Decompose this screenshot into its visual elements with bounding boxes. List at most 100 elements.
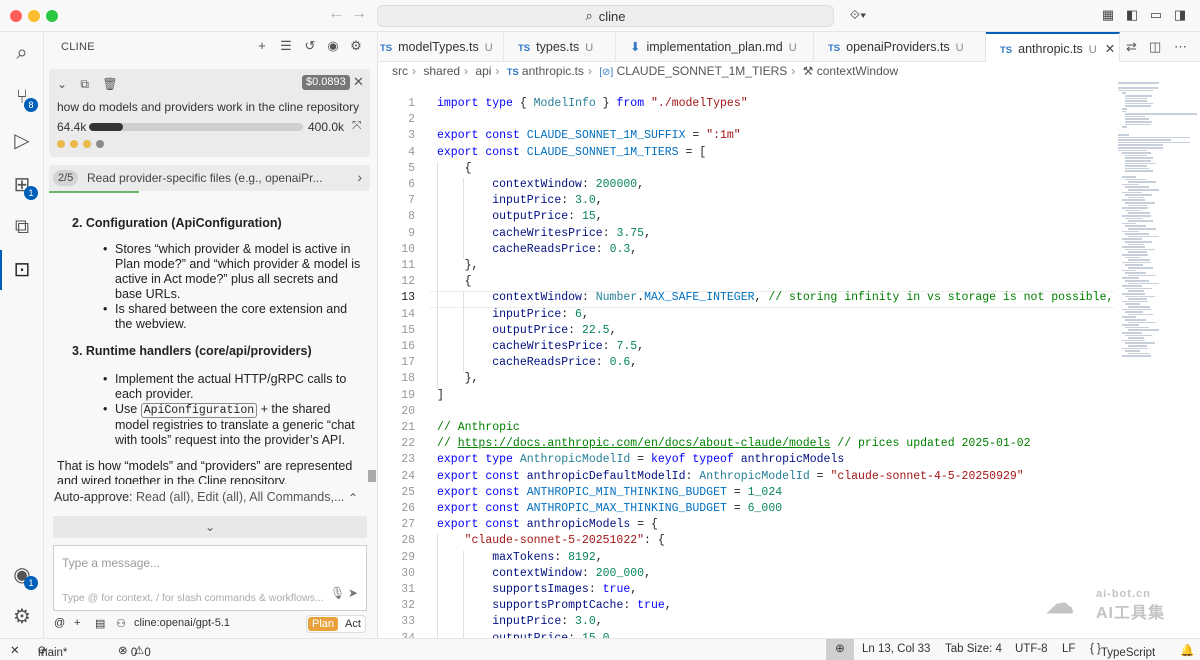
- act-mode-button[interactable]: Act: [341, 617, 365, 631]
- end-of-line[interactable]: LF: [1062, 643, 1075, 655]
- remote-icon[interactable]: ✕: [10, 643, 20, 657]
- cline-icon[interactable]: ⊡: [9, 257, 35, 283]
- layout-icon[interactable]: ▦: [1100, 7, 1116, 23]
- settings-gear-icon[interactable]: ⚙: [348, 38, 364, 54]
- tab-anthropic[interactable]: TS anthropic.ts U ✕: [986, 32, 1120, 62]
- minimap[interactable]: [1114, 76, 1200, 638]
- minimize-window-button[interactable]: [28, 10, 40, 22]
- minimap-line: [1128, 267, 1153, 269]
- code-text: export const ANTHROPIC_MAX_THINKING_BUDG…: [437, 502, 783, 515]
- code-text: contextWindow: Number.MAX_SAFE_INTEGER, …: [492, 291, 1114, 305]
- focus-chain-step[interactable]: 2/5 Read provider-specific files (e.g., …: [49, 165, 370, 191]
- search-icon[interactable]: ⌕: [9, 40, 35, 66]
- send-icon[interactable]: ➤: [348, 586, 358, 600]
- minimap-line: [1125, 295, 1155, 298]
- minimap-line: [1128, 306, 1150, 308]
- code-text: cacheReadsPrice: 0.6,: [492, 356, 638, 370]
- back-arrow-icon[interactable]: ←: [328, 5, 344, 23]
- tab-types[interactable]: TS types.ts U: [504, 32, 616, 62]
- manage-gear-icon[interactable]: ⚙: [9, 604, 35, 630]
- command-center-search[interactable]: ⌕ cline: [377, 5, 834, 27]
- minimap-line: [1125, 170, 1154, 172]
- minimap-line: [1118, 144, 1163, 146]
- copilot-icon[interactable]: ⟐▾: [845, 7, 871, 23]
- run-debug-icon[interactable]: ▷: [9, 128, 35, 154]
- code-editor[interactable]: 1 import type { ModelInfo } from "./model…: [378, 82, 1114, 638]
- minimap-line: [1122, 339, 1145, 342]
- auto-approve-bar[interactable]: Auto-approve: Read (all), Edit (all), Al…: [54, 490, 366, 510]
- branch-status[interactable]: ⑂ main* ⟳: [38, 643, 67, 659]
- line-number: 19: [401, 388, 415, 402]
- tab-openai-providers[interactable]: TS openaiProviders.ts U: [814, 32, 986, 62]
- encoding[interactable]: UTF-8: [1015, 643, 1048, 655]
- extensions-badge: 1: [24, 186, 38, 200]
- at-mention-icon[interactable]: @: [54, 617, 65, 629]
- zoom-icon[interactable]: ⊕: [826, 639, 854, 660]
- checkpoint-dot[interactable]: [96, 140, 104, 148]
- checkpoint-dot[interactable]: [70, 140, 78, 148]
- toggle-secondary-sidebar-icon[interactable]: ◨: [1172, 7, 1188, 23]
- message-input[interactable]: Type a message... Type @ for context, / …: [53, 545, 367, 611]
- cursor-position[interactable]: Ln 13, Col 33: [862, 643, 930, 655]
- chat-scrollbar[interactable]: [368, 470, 376, 482]
- close-task-icon[interactable]: ✕: [353, 74, 364, 90]
- minimap-line: [1128, 274, 1156, 277]
- remote-explorer-icon[interactable]: ⧉: [9, 214, 35, 240]
- add-icon[interactable]: +: [74, 617, 80, 629]
- model-selector[interactable]: cline:openai/gpt-5.1: [134, 617, 230, 629]
- tab-size[interactable]: Tab Size: 4: [945, 643, 1002, 655]
- microphone-icon[interactable]: 🎙: [330, 586, 345, 600]
- toggle-panel-icon[interactable]: ▭: [1148, 7, 1164, 23]
- copy-icon[interactable]: ⧉: [80, 77, 89, 91]
- checkpoint-dot[interactable]: [83, 140, 91, 148]
- model-icon: ⚇: [116, 618, 126, 630]
- tab-modeltypes[interactable]: TS modelTypes.ts U: [378, 32, 504, 62]
- close-window-button[interactable]: [10, 10, 22, 22]
- new-task-icon[interactable]: +: [254, 38, 270, 54]
- account-icon[interactable]: ◉: [325, 38, 341, 54]
- minimap-line: [1125, 303, 1140, 305]
- step-progress-bar: [49, 191, 139, 193]
- forward-arrow-icon[interactable]: →: [351, 5, 367, 23]
- compare-icon[interactable]: ⇄: [1126, 39, 1137, 55]
- minimap-line: [1118, 82, 1159, 84]
- toggle-primary-sidebar-icon[interactable]: ◧: [1124, 7, 1140, 23]
- minimap-line: [1125, 241, 1152, 243]
- line-number: 24: [401, 469, 415, 483]
- scroll-to-bottom-button[interactable]: ⌄: [53, 516, 367, 538]
- more-actions-icon[interactable]: ⋯: [1174, 39, 1187, 55]
- editor-tabs: TS modelTypes.ts U TS types.ts U ⬇ implementa…: [378, 32, 1200, 62]
- code-line: 4 export const CLAUDE_SONNET_1M_TIERS = [: [378, 146, 1114, 162]
- zoom-window-button[interactable]: [46, 10, 58, 22]
- code-text: ]: [437, 388, 444, 402]
- accounts-icon[interactable]: ◉ 1: [9, 562, 38, 590]
- history-icon[interactable]: ↺: [302, 38, 318, 54]
- mcp-servers-icon[interactable]: ☰: [278, 38, 294, 54]
- code-line: 22 // https://docs.anthropic.com/en/docs/…: [378, 437, 1114, 453]
- compact-icon[interactable]: ⤧: [352, 118, 362, 133]
- extensions-icon[interactable]: ⊞ 1: [9, 172, 38, 200]
- chevron-up-icon[interactable]: ⌃: [348, 491, 358, 505]
- minimap-line: [1125, 342, 1155, 344]
- tab-implementation-plan[interactable]: ⬇ implementation_plan.md U: [616, 32, 814, 62]
- language-mode[interactable]: { } TypeScript: [1090, 643, 1155, 659]
- minimap-line: [1128, 243, 1144, 246]
- rules-icon[interactable]: ▤: [95, 617, 105, 630]
- split-editor-icon[interactable]: ◫: [1149, 39, 1161, 55]
- problems-status[interactable]: ⊗ 0 ⚠ 0: [118, 643, 151, 659]
- code-text: contextWindow: 200000,: [492, 178, 645, 191]
- code-line: 6 contextWindow: 200000,: [378, 178, 1114, 194]
- close-tab-icon[interactable]: ✕: [1105, 42, 1115, 56]
- minimap-line: [1125, 334, 1152, 337]
- plan-act-toggle[interactable]: Plan Act: [306, 615, 366, 633]
- minimap-line: [1125, 118, 1149, 120]
- minimap-line: [1125, 233, 1149, 235]
- notifications-bell-icon[interactable]: 🔔: [1180, 643, 1194, 657]
- accounts-badge: 1: [24, 576, 38, 590]
- collapse-chevron-icon[interactable]: ⌄: [57, 77, 67, 91]
- checkpoint-dot[interactable]: [57, 140, 65, 148]
- delete-icon[interactable]: 🗑: [102, 77, 117, 91]
- source-control-icon[interactable]: ⑂ 8: [9, 84, 38, 112]
- plan-mode-button[interactable]: Plan: [308, 617, 338, 631]
- minimap-line: [1125, 162, 1156, 165]
